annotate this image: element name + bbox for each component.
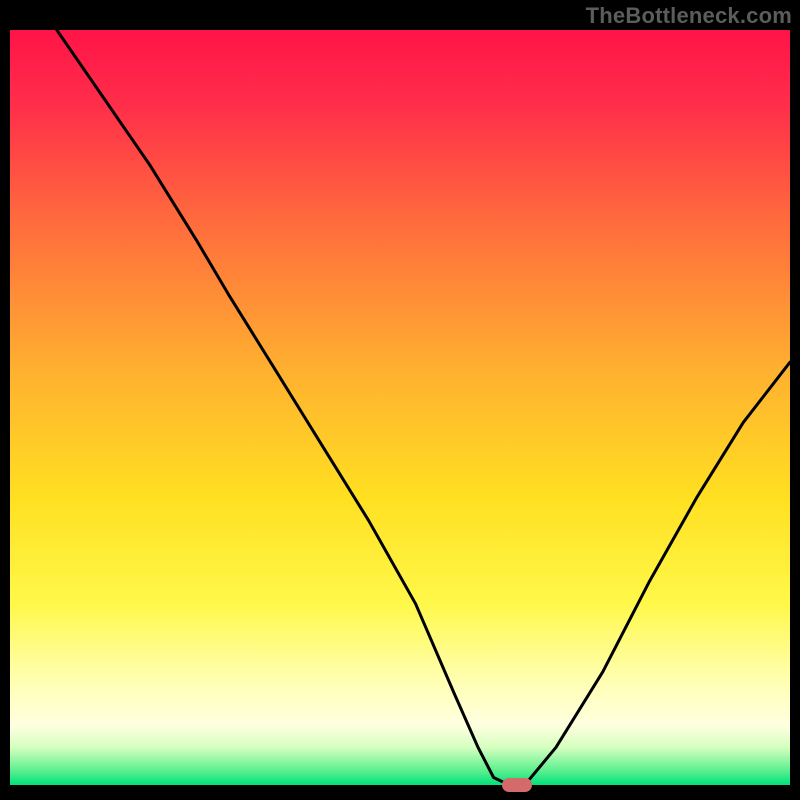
chart-stage: TheBottleneck.com	[0, 0, 800, 800]
optimal-marker	[502, 778, 532, 792]
gradient-panel	[10, 30, 790, 785]
watermark-text: TheBottleneck.com	[586, 3, 792, 29]
bottleneck-chart	[10, 30, 790, 785]
